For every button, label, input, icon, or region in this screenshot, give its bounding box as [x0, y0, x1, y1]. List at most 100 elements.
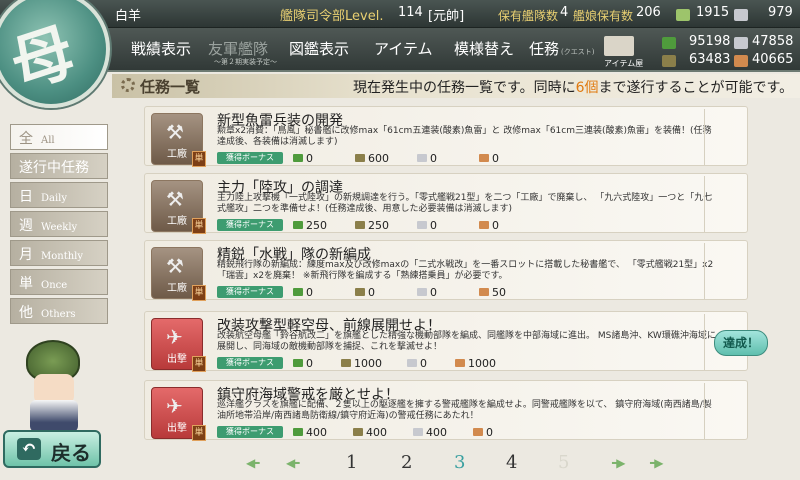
- page-5: 5: [558, 452, 570, 473]
- bauxite-icon: [734, 55, 748, 67]
- steel-amount: 47858: [752, 34, 794, 49]
- quest-description: 精鋭飛行隊の新編成：練度max及び改修maxの「二式水戦改」を一番スロットに搭載…: [217, 260, 714, 281]
- tab-once-jp: 単: [19, 276, 33, 292]
- reward-ammo: 0: [355, 286, 375, 299]
- reward-steel: 0: [417, 286, 437, 299]
- tab-weekly[interactable]: 週 Weekly: [10, 211, 108, 237]
- reward-ammo: 600: [355, 152, 389, 165]
- quest-row[interactable]: ✈ 出撃 単 改装攻撃型軽空母、前線展開せよ！ 改装航空母艦「鈴谷航改二」を旗艦と…: [144, 311, 748, 372]
- reward-steel: 0: [417, 219, 437, 232]
- nav-quest[interactable]: 任務: [529, 38, 559, 59]
- page-4[interactable]: 4: [506, 452, 517, 473]
- tab-once-en: Once: [41, 280, 68, 291]
- uniform: [30, 400, 78, 432]
- quest-row[interactable]: ⚒ 工廠 単 主力「陸攻」の調達 主力陸上攻撃機「一式陸攻」の新規調達を行う。「零…: [144, 173, 748, 234]
- nav-remodel[interactable]: 模様替え: [454, 38, 514, 59]
- page-1[interactable]: 1: [346, 452, 357, 473]
- once-badge: 単: [192, 285, 206, 301]
- notice-number: 6個: [575, 80, 599, 96]
- quest-description: 勲章x2消費：「鳥風」秘書艦に改修max「61cm五連装(酸素)魚雷」と 改修m…: [217, 126, 712, 147]
- girls-label: 艦娘保有数: [573, 9, 634, 23]
- steel-icon: [734, 37, 748, 49]
- dev-material-count: 979: [768, 5, 793, 20]
- quest-row[interactable]: ✈ 出撃 単 鎮守府海域警戒を厳とせよ！ 巡洋艦クラスを旗艦に配備、２隻以上の駆逐…: [144, 380, 748, 441]
- hammer-icon: ⚒: [166, 120, 184, 144]
- tab-once[interactable]: 単 Once: [10, 269, 108, 295]
- fleets-count: 4: [560, 5, 569, 20]
- tab-daily-jp: 日: [19, 189, 33, 205]
- reward-steel: 400: [413, 426, 447, 439]
- last-page-arrow[interactable]: ━▶: [650, 456, 664, 470]
- item-shop-label[interactable]: アイテム屋: [604, 58, 643, 69]
- nav-item[interactable]: アイテム: [374, 38, 433, 59]
- reward-fuel: 0: [293, 152, 313, 165]
- nav-library[interactable]: 図鑑表示: [289, 38, 349, 59]
- hammer-icon: ⚒: [166, 254, 184, 278]
- page-2[interactable]: 2: [401, 452, 412, 473]
- reward-bauxite: 50: [479, 286, 506, 299]
- tab-monthly-en: Monthly: [41, 251, 84, 262]
- nav-friend-fleet: 友軍艦隊: [208, 40, 269, 58]
- bonus-label: 獲得ボーナス: [217, 357, 283, 369]
- first-page-arrow[interactable]: ◀━: [246, 456, 260, 470]
- notice-text-post: まで遂行することが可能です。: [598, 80, 794, 96]
- hammer-icon: ⚒: [166, 187, 184, 211]
- reward-ammo: 250: [355, 219, 389, 232]
- reward-ammo: 400: [353, 426, 387, 439]
- reward-bauxite: 0: [473, 426, 493, 439]
- prev-page-arrow[interactable]: ◀━: [286, 456, 300, 470]
- page-title: 任務一覧: [140, 78, 201, 96]
- tab-monthly-jp: 月: [19, 247, 33, 263]
- quest-row[interactable]: ⚒ 工廠 単 新型魚雷兵装の開発 勲章x2消費：「鳥風」秘書艦に改修max「61c…: [144, 106, 748, 167]
- tab-in-progress[interactable]: 遂行中任務: [10, 153, 108, 179]
- tab-others[interactable]: 他 Others: [10, 298, 108, 324]
- girls-count: 206: [636, 5, 661, 20]
- reward-bauxite: 0: [479, 219, 499, 232]
- next-page-arrow[interactable]: ━▶: [612, 456, 626, 470]
- tab-monthly[interactable]: 月 Monthly: [10, 240, 108, 266]
- tab-daily-en: Daily: [41, 193, 68, 204]
- dev-material-icon: [734, 9, 748, 21]
- bonus-label: 獲得ボーナス: [217, 286, 283, 298]
- back-button[interactable]: ↶ 戻る: [3, 430, 101, 468]
- once-badge: 単: [192, 151, 206, 167]
- reward-bauxite: 1000: [455, 357, 496, 370]
- bucket-count: 1915: [696, 5, 730, 20]
- nav-record[interactable]: 戦績表示: [131, 38, 191, 59]
- reward-ammo: 1000: [341, 357, 382, 370]
- home-port-badge[interactable]: 母: [0, 0, 110, 108]
- nav-quest-sub: (クエスト): [561, 48, 595, 56]
- tab-all-jp: 全: [19, 131, 33, 147]
- once-badge: 単: [192, 356, 206, 372]
- nav-friend-fleet-sub: ～第２期実装予定～: [214, 58, 277, 66]
- tab-daily[interactable]: 日 Daily: [10, 182, 108, 208]
- page-3[interactable]: 3: [454, 452, 465, 473]
- quest-divider: [704, 383, 705, 439]
- tab-others-jp: 他: [19, 305, 33, 321]
- admiral-rank: [元帥]: [428, 9, 465, 24]
- reward-fuel: 400: [293, 426, 327, 439]
- reward-fuel: 0: [293, 357, 313, 370]
- reward-fuel: 250: [293, 219, 327, 232]
- tab-others-en: Others: [41, 309, 76, 320]
- back-label: 戻る: [51, 441, 91, 465]
- achieved-badge[interactable]: 達成！: [714, 330, 768, 356]
- reward-bauxite: 0: [479, 152, 499, 165]
- item-shop-icon[interactable]: [604, 36, 634, 56]
- bonus-label: 獲得ボーナス: [217, 426, 283, 438]
- admiral-name: 白羊: [115, 9, 142, 24]
- quest-divider: [704, 176, 705, 232]
- fuel-amount: 95198: [689, 34, 731, 49]
- secretary-ship-girl[interactable]: [12, 340, 102, 432]
- quest-description: 巡洋艦クラスを旗艦に配備、２隻以上の駆逐艦を擁する警戒艦隊を編成せよ。同警戒艦隊…: [217, 400, 712, 421]
- tab-in-progress-jp: 遂行中任務: [19, 160, 89, 176]
- tab-all[interactable]: 全 All: [10, 124, 108, 150]
- once-badge: 単: [192, 425, 206, 441]
- quest-limit-notice: 現在発生中の任務一覧です。同時に6個まで遂行することが可能です。: [353, 77, 793, 97]
- quest-description: 主力陸上攻撃機「一式陸攻」の新規調達を行う。「零式艦戦21型」を二つ「工廠」で廃…: [217, 193, 713, 214]
- quest-divider: [704, 314, 705, 370]
- bonus-label: 獲得ボーナス: [217, 219, 283, 231]
- plane-icon: ✈: [166, 325, 183, 349]
- tab-weekly-en: Weekly: [41, 222, 78, 233]
- quest-row[interactable]: ⚒ 工廠 単 精鋭「水戦」隊の新編成 精鋭飛行隊の新編成：練度max及び改修max…: [144, 240, 748, 301]
